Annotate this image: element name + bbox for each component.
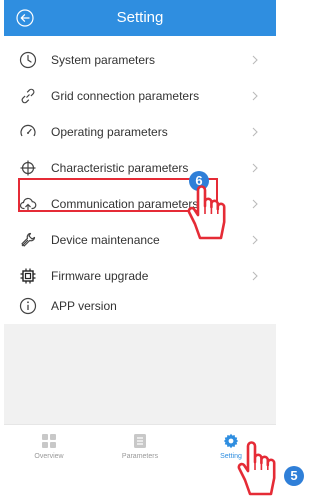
menu-item-app-version[interactable]: APP version [4,288,276,324]
menu-item-operating-parameters[interactable]: Operating parameters [4,114,276,150]
empty-area [4,324,276,424]
tab-parameters[interactable]: Parameters [95,425,185,470]
menu-item-label: System parameters [51,53,156,67]
wrench-icon [21,232,36,247]
menu-item-label: APP version [51,299,117,313]
chevron-right-icon [252,199,258,209]
clock-icon [19,51,37,69]
tab-label: Overview [34,453,64,460]
hand-pointer-icon [187,185,226,240]
menu-item-label: Grid connection parameters [51,89,200,103]
menu-item-system-parameters[interactable]: System parameters [4,42,276,78]
chevron-right-icon [252,127,258,137]
page-title: Setting [116,9,164,26]
tab-overview[interactable]: Overview [4,425,94,470]
menu-item-label: Device maintenance [51,233,160,247]
hand-pointer-icon [237,441,276,496]
menu-item-device-maintenance[interactable]: Device maintenance [4,222,276,258]
link-icon [21,88,35,104]
menu-item-grid-connection-parameters[interactable]: Grid connection parameters [4,78,276,114]
menu-item-label: Operating parameters [51,125,168,139]
chevron-right-icon [252,271,258,281]
chevron-right-icon [252,55,258,65]
grid-icon [42,434,56,448]
info-icon [19,297,37,315]
chevron-right-icon [252,163,258,173]
crosshair-icon [20,160,36,176]
chevron-right-icon [252,91,258,101]
chevron-right-icon [252,235,258,245]
app-header: Setting [4,0,276,36]
phone-screen: Setting System parameters Grid connectio… [4,0,276,470]
tab-label: Parameters [121,453,159,460]
chip-icon [20,268,36,284]
gauge-icon [20,124,36,137]
step-badge: 5 [284,466,304,486]
list-icon [134,434,146,448]
